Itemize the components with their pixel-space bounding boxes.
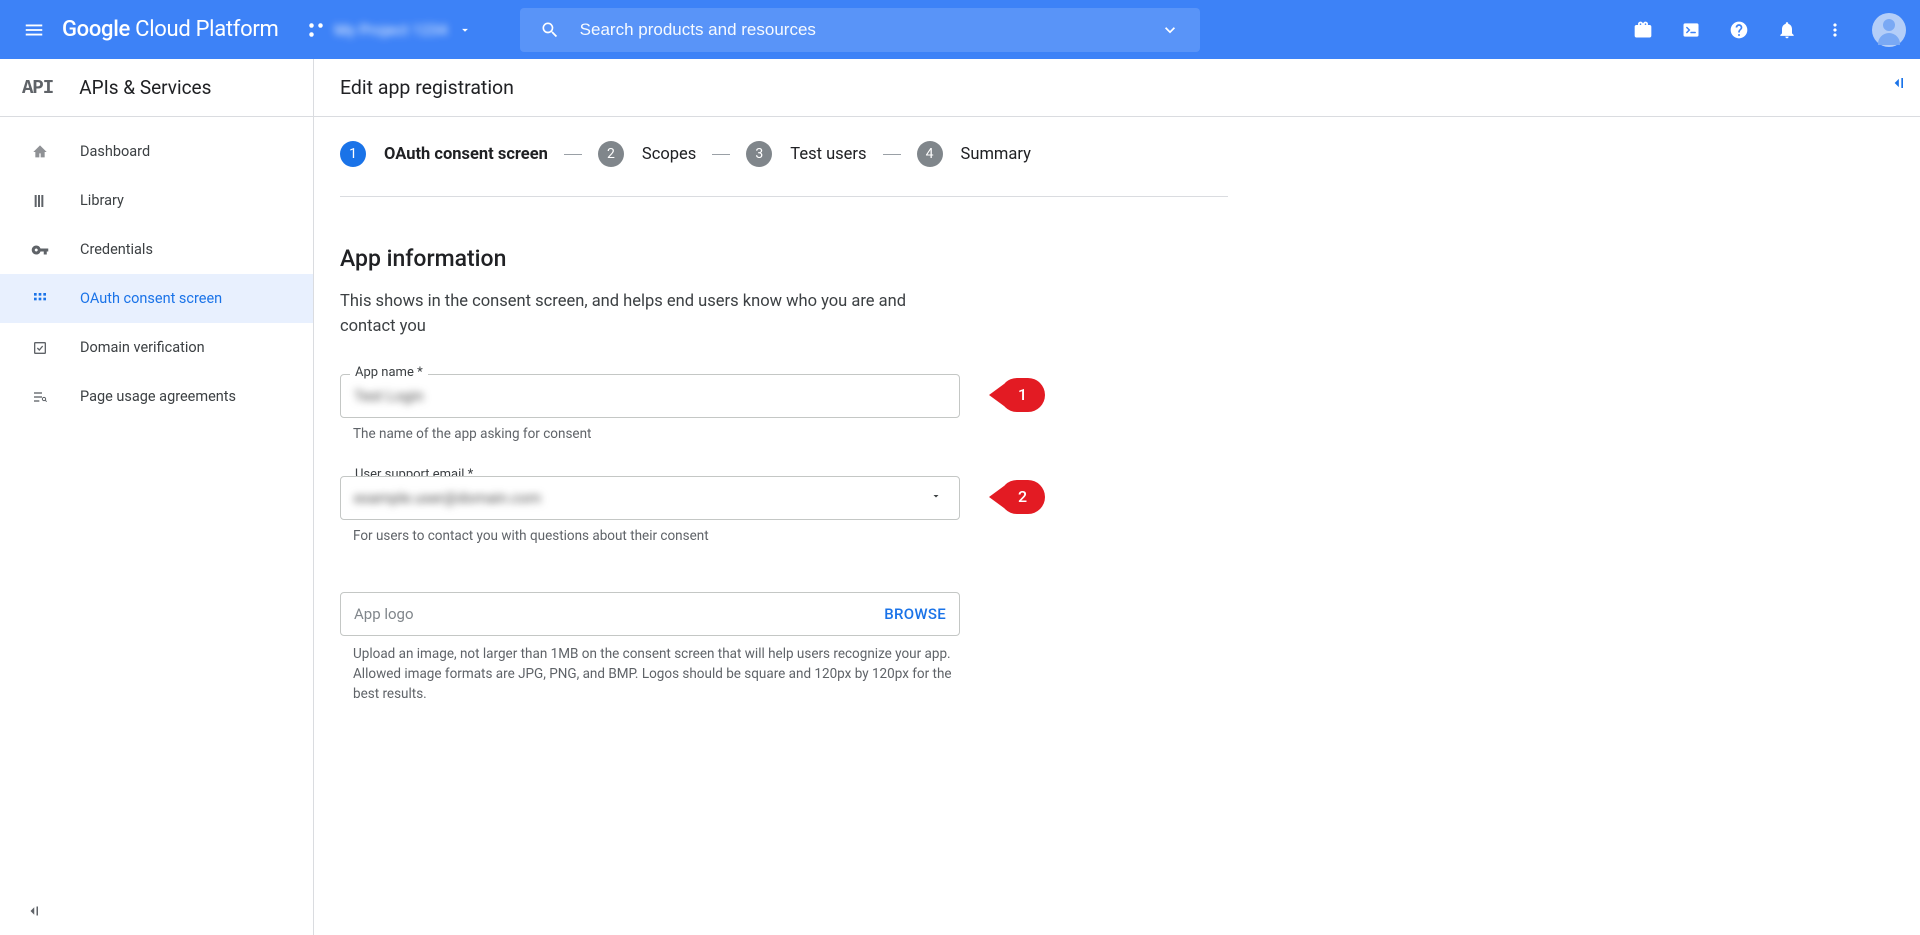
- search-dropdown-icon: [1160, 20, 1180, 40]
- logo-placeholder: App logo: [354, 605, 414, 623]
- sidebar-item-dashboard[interactable]: Dashboard: [0, 127, 313, 176]
- logo-cloud: Cloud Platform: [130, 17, 279, 42]
- search-icon: [540, 20, 560, 40]
- sidebar-item-label: Page usage agreements: [80, 388, 236, 405]
- collapse-left-icon: [26, 902, 44, 920]
- sidebar-item-label: Library: [80, 192, 124, 209]
- library-icon: [30, 193, 50, 209]
- more-icon[interactable]: [1824, 19, 1846, 41]
- app-logo-input-row: App logo BROWSE: [340, 592, 960, 636]
- main-header: Edit app registration: [314, 59, 1920, 117]
- help-icon[interactable]: [1728, 19, 1750, 41]
- step-separator: [564, 154, 582, 155]
- step-number: 4: [917, 141, 943, 167]
- dashboard-icon: [30, 144, 50, 160]
- header-actions: [1632, 13, 1906, 47]
- step-separator: [883, 154, 901, 155]
- hamburger-menu-button[interactable]: [14, 10, 54, 50]
- step-oauth-consent[interactable]: 1 OAuth consent screen: [340, 141, 548, 167]
- step-label: OAuth consent screen: [384, 145, 548, 164]
- section-title: App information: [340, 245, 960, 272]
- main-panel: Edit app registration 1 OAuth consent sc…: [314, 59, 1920, 935]
- collapse-right-icon: [1888, 73, 1908, 93]
- sidebar-title: APIs & Services: [79, 76, 211, 99]
- cloud-shell-icon[interactable]: [1680, 19, 1702, 41]
- search-input[interactable]: [580, 20, 1160, 40]
- sidebar-item-label: Dashboard: [80, 143, 150, 160]
- project-icon: [307, 21, 325, 39]
- stepper: 1 OAuth consent screen 2 Scopes 3 Test u…: [340, 141, 1228, 197]
- app-name-input[interactable]: [340, 374, 960, 418]
- field-help: Upload an image, not larger than 1MB on …: [353, 644, 960, 705]
- gift-icon[interactable]: [1632, 19, 1654, 41]
- annotation-callout-2: 2: [1000, 480, 1045, 514]
- step-summary[interactable]: 4 Summary: [917, 141, 1031, 167]
- step-test-users[interactable]: 3 Test users: [746, 141, 866, 167]
- step-label: Scopes: [642, 145, 696, 164]
- user-support-email-field: User support email * example.user@domain…: [340, 476, 960, 544]
- sidebar-item-label: OAuth consent screen: [80, 290, 222, 307]
- page-title: Edit app registration: [340, 76, 514, 99]
- sidebar-item-page-usage[interactable]: Page usage agreements: [0, 372, 313, 421]
- browse-button[interactable]: BROWSE: [884, 605, 946, 623]
- project-selector[interactable]: My Project 1234: [307, 21, 472, 39]
- step-scopes[interactable]: 2 Scopes: [598, 141, 696, 167]
- expand-right-button[interactable]: [1888, 73, 1908, 97]
- field-help: The name of the app asking for consent: [353, 426, 960, 442]
- sidebar: API APIs & Services Dashboard Library Cr…: [0, 59, 314, 935]
- project-name: My Project 1234: [335, 21, 448, 39]
- app-logo-field: App logo BROWSE Upload an image, not lar…: [340, 592, 960, 705]
- user-avatar[interactable]: [1872, 13, 1906, 47]
- sidebar-item-library[interactable]: Library: [0, 176, 313, 225]
- sidebar-item-label: Domain verification: [80, 339, 205, 356]
- callout-number: 2: [1000, 480, 1045, 514]
- user-support-email-select[interactable]: [340, 476, 960, 520]
- callout-number: 1: [1000, 378, 1045, 412]
- field-help: For users to contact you with questions …: [353, 528, 960, 544]
- app-information-section: App information This shows in the consen…: [340, 245, 960, 744]
- step-number: 3: [746, 141, 772, 167]
- gcp-logo[interactable]: Google Cloud Platform: [62, 17, 279, 42]
- step-number: 2: [598, 141, 624, 167]
- main-scroll[interactable]: 1 OAuth consent screen 2 Scopes 3 Test u…: [314, 117, 1920, 935]
- section-description: This shows in the consent screen, and he…: [340, 290, 960, 340]
- notifications-icon[interactable]: [1776, 19, 1798, 41]
- key-icon: [30, 241, 50, 259]
- sidebar-item-credentials[interactable]: Credentials: [0, 225, 313, 274]
- logo-google: Google: [62, 17, 130, 42]
- sidebar-item-label: Credentials: [80, 241, 153, 258]
- agreements-icon: [30, 389, 50, 405]
- verification-icon: [30, 340, 50, 356]
- search-bar[interactable]: [520, 8, 1200, 52]
- sidebar-item-domain-verification[interactable]: Domain verification: [0, 323, 313, 372]
- field-label: App name *: [350, 365, 428, 380]
- app-name-field: App name * Test Login The name of the ap…: [340, 374, 960, 442]
- step-label: Test users: [790, 145, 866, 164]
- consent-icon: [30, 291, 50, 307]
- step-number: 1: [340, 141, 366, 167]
- top-header: Google Cloud Platform My Project 1234: [0, 0, 1920, 59]
- sidebar-header: API APIs & Services: [0, 59, 313, 117]
- menu-icon: [23, 19, 45, 41]
- step-separator: [712, 154, 730, 155]
- sidebar-item-oauth-consent[interactable]: OAuth consent screen: [0, 274, 313, 323]
- sidebar-collapse-button[interactable]: [0, 887, 313, 935]
- dropdown-icon: [458, 23, 472, 37]
- api-badge: API: [22, 77, 53, 99]
- annotation-callout-1: 1: [1000, 378, 1045, 412]
- step-label: Summary: [961, 145, 1031, 164]
